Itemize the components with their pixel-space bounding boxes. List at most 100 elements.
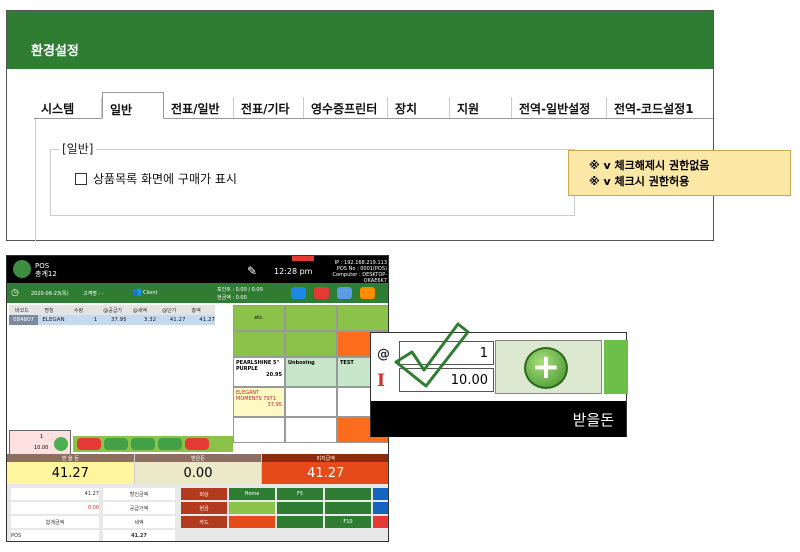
tile-pearlshine[interactable]: PEARLSHINE 5" PURPLE 20.95 (233, 357, 285, 387)
total-unpaid-value: 41.27 (307, 466, 345, 481)
amount-due-label: 받을돈 (371, 401, 626, 437)
cell-supply: 37.95 (110, 317, 127, 323)
f-key-f5[interactable]: F5 (277, 488, 323, 500)
grand-total: 41.27 (103, 530, 175, 541)
cell-barcode: 084807 (9, 315, 39, 325)
tax-label: 세액 (103, 516, 175, 528)
up-button[interactable] (158, 438, 182, 450)
note-line-1: ※ v 체크해제시 권한없음 (589, 159, 710, 172)
total-received: 받은돈 0.00 (134, 454, 263, 484)
pos-red-indicator (292, 256, 314, 261)
f-key-orange[interactable] (229, 516, 275, 528)
client-icon[interactable]: 👥 (132, 287, 142, 296)
col-barcode: 바코드 (15, 308, 29, 314)
sa-button[interactable] (314, 287, 329, 299)
clock-icon: ◷ (11, 288, 19, 298)
cell-total: 41.27 (199, 317, 215, 323)
numpad-amount[interactable]: 10.00 (34, 445, 48, 451)
col-total: 총액 (191, 308, 201, 314)
tab-support[interactable]: 지원 (450, 97, 512, 118)
tile-unboxing[interactable]: Unboxing (285, 357, 337, 387)
show-purchase-price-checkbox[interactable] (75, 172, 87, 185)
f-key-cash[interactable]: 현금 (181, 502, 227, 514)
tile-elegant-price: 37.95 (267, 402, 282, 408)
f-key-blue-1[interactable] (373, 488, 388, 500)
col-qty: 수량 (73, 308, 84, 314)
f-key-blue-2[interactable] (373, 502, 388, 514)
settings-title: 환경설정 (7, 11, 713, 69)
sales-grid-header: 바코드 명칭 수량 @공급가 @세액 @단가 총액 (9, 305, 215, 315)
permission-note: ※ v 체크해제시 권한없음 ※ v 체크시 권한허용 (568, 150, 791, 196)
tab-voucher-other[interactable]: 전표/기타 (234, 97, 304, 118)
tile-blank[interactable] (285, 387, 337, 417)
green-panel (604, 340, 628, 394)
f-key-f10[interactable]: F10 (325, 516, 371, 528)
col-tax: @세액 (132, 308, 147, 314)
down-button[interactable] (131, 438, 155, 450)
total-due-label: 받 을 돈 (7, 454, 134, 462)
tile-blank[interactable] (285, 417, 337, 443)
hold-label: 합계금액 (11, 516, 99, 528)
tab-receipt-printer[interactable]: 영수증프린터 (304, 97, 388, 118)
total-received-label: 받은돈 (134, 454, 262, 462)
f-key-light-1[interactable] (229, 502, 275, 514)
pos-app-name: POS 충계12 (35, 262, 57, 278)
f-key-green-1[interactable] (325, 488, 371, 500)
add-button-area[interactable]: + (495, 340, 602, 394)
table-row[interactable]: 084807 ELEGAN 1 37.95 3.32 41.27 41.27 (9, 315, 215, 325)
tile-blank[interactable] (233, 417, 285, 443)
pencil-icon[interactable]: ✎ (247, 264, 257, 278)
tile-blank[interactable] (285, 331, 337, 357)
f-key-red[interactable] (373, 516, 388, 528)
supply-label: 공급가액 (103, 502, 175, 514)
show-purchase-price-option[interactable]: 상품목록 화면에 구매가 표시 (75, 170, 237, 187)
orange-button[interactable] (360, 287, 375, 299)
tile-elegant[interactable]: ELEGANT MOMENTS 7971 37.95 (233, 387, 285, 417)
f-key-cashier[interactable]: 외상 (181, 488, 227, 500)
tab-system[interactable]: 시스템 (34, 97, 102, 118)
settings-tabs: 시스템 일반 전표/일반 전표/기타 영수증프린터 장치 지원 전역-일반설정 … (34, 92, 713, 119)
total-due: 받 을 돈 41.27 (7, 454, 135, 484)
cell-unit: 41.27 (169, 317, 186, 323)
f-key-green-4[interactable] (277, 516, 323, 528)
f-key-green-2[interactable] (277, 502, 323, 514)
general-group: [일반] 상품목록 화면에 구매가 표시 (50, 140, 575, 216)
qty-field[interactable]: 41.27 (11, 488, 99, 500)
col-name: 명칭 (44, 308, 54, 314)
points-line-2: 현금액 : 0.00 (217, 295, 247, 301)
tile-etc[interactable]: etc. (233, 305, 285, 331)
tab-general[interactable]: 일반 (102, 92, 164, 119)
tab-voucher-general[interactable]: 전표/일반 (164, 97, 234, 118)
tile-pearl-name: PEARLSHINE 5" PURPLE (236, 360, 280, 372)
pos-screen: POS 충계12 ✎ 12:28 pm IP : 192.168.219.113… (6, 255, 389, 542)
delete-button[interactable] (185, 438, 209, 450)
refresh-button[interactable] (104, 438, 128, 450)
client-label[interactable]: Client (143, 290, 157, 296)
tab-device[interactable]: 장치 (388, 97, 450, 118)
pos-bottom-panel: 41.27 0.00 합계금액 POS 할인금액 공급가액 세액 41.27 외… (7, 484, 388, 541)
tile-blank[interactable] (337, 305, 388, 331)
add-customer-button[interactable] (291, 287, 306, 299)
total-unpaid-label: 미지급액 (262, 454, 388, 462)
f-key-home[interactable]: Home (229, 488, 275, 500)
plus-icon[interactable]: + (524, 347, 568, 389)
f-key-card[interactable]: 카드 (181, 516, 227, 528)
pos-logo-icon (13, 260, 31, 278)
tile-elegant-name: ELEGANT MOMENTS 7971 (236, 390, 277, 402)
tile-blank[interactable] (233, 331, 285, 357)
total-received-value: 0.00 (183, 466, 213, 481)
checkbox-label: 상품목록 화면에 구매가 표시 (93, 172, 237, 186)
plus-icon[interactable] (54, 437, 68, 451)
cell-name: ELEGAN (42, 317, 65, 323)
tile-blank[interactable] (285, 305, 337, 331)
tab-global-code[interactable]: 전역-코드설정1 (607, 97, 707, 118)
blue-button[interactable] (337, 287, 352, 299)
customer-label: 고객명 : - (83, 291, 104, 297)
discount-field[interactable]: 0.00 (11, 502, 99, 514)
f-key-green-3[interactable] (325, 502, 371, 514)
numpad-qty[interactable]: 1 (40, 434, 43, 440)
tab-global-general[interactable]: 전역-일반설정 (512, 97, 607, 118)
pos-id-label: POS (11, 530, 99, 541)
discount-label: 할인금액 (103, 488, 175, 500)
minus-button[interactable] (77, 438, 101, 450)
